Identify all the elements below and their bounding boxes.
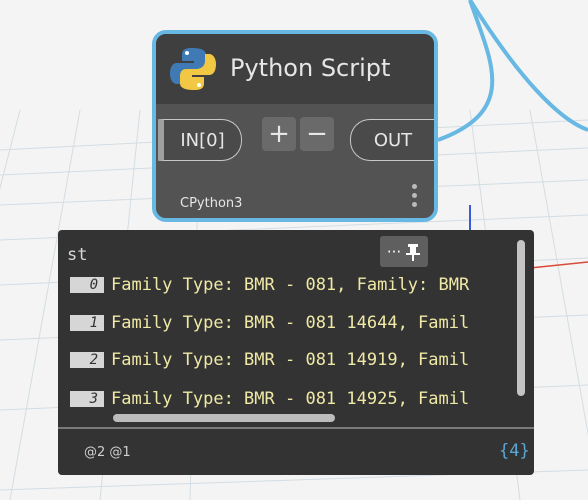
- list-value: Family Type: BMR - 081 14925, Famil: [111, 389, 470, 408]
- count-brace-close: }: [519, 441, 530, 461]
- preview-divider: [58, 427, 534, 429]
- axis-red: [529, 261, 588, 269]
- pin-preview-button[interactable]: ···: [380, 236, 428, 267]
- count-brace-open: {: [499, 441, 510, 461]
- list-item: 2 Family Type: BMR - 081 14919, Famil: [70, 348, 469, 372]
- list-index: 3: [70, 391, 104, 407]
- output-port-out[interactable]: OUT: [350, 119, 434, 161]
- input-port-in0[interactable]: IN[0]: [158, 119, 242, 161]
- list-value: Family Type: BMR - 081, Family: BMR: [111, 275, 470, 295]
- engine-label[interactable]: CPython3: [180, 196, 242, 211]
- list-index: 0: [70, 277, 104, 293]
- list-item: 0 Family Type: BMR - 081, Family: BMR: [70, 273, 469, 297]
- pushpin-icon: [406, 243, 421, 261]
- add-input-button[interactable]: +: [262, 117, 296, 151]
- list-value: Family Type: BMR - 081 14644, Famil: [111, 313, 470, 333]
- kebab-menu-icon[interactable]: [412, 184, 418, 210]
- list-index: 1: [70, 315, 104, 331]
- list-item: 3 Family Type: BMR - 081 14925, Famil: [70, 387, 469, 408]
- wire-connector-2[interactable]: [468, 0, 588, 132]
- vertical-scrollbar-track[interactable]: [516, 238, 526, 398]
- preview-title: st: [67, 245, 88, 265]
- item-count: {4}: [499, 441, 530, 461]
- list-levels: @2 @1: [84, 445, 131, 460]
- preview-bubble: st ··· 0 Family Type: BMR - 081, Family: …: [58, 230, 534, 475]
- node-body: IN[0] + − OUT CPython3: [156, 104, 434, 218]
- preview-list[interactable]: 0 Family Type: BMR - 081, Family: BMR 1 Fa…: [58, 268, 508, 408]
- horizontal-scrollbar-thumb[interactable]: [113, 414, 335, 422]
- remove-input-button[interactable]: −: [300, 117, 334, 151]
- more-icon: ···: [386, 242, 402, 261]
- count-value: 4: [509, 441, 520, 461]
- python-script-node[interactable]: Python Script IN[0] + − OUT CPython3: [152, 30, 438, 222]
- node-header[interactable]: Python Script: [156, 34, 434, 104]
- list-item: 1 Family Type: BMR - 081 14644, Famil: [70, 311, 469, 335]
- python-logo-icon: [170, 48, 216, 90]
- list-value: Family Type: BMR - 081 14919, Famil: [111, 350, 470, 370]
- list-index: 2: [70, 352, 104, 368]
- node-title: Python Script: [230, 54, 391, 82]
- vertical-scrollbar-thumb[interactable]: [517, 240, 525, 396]
